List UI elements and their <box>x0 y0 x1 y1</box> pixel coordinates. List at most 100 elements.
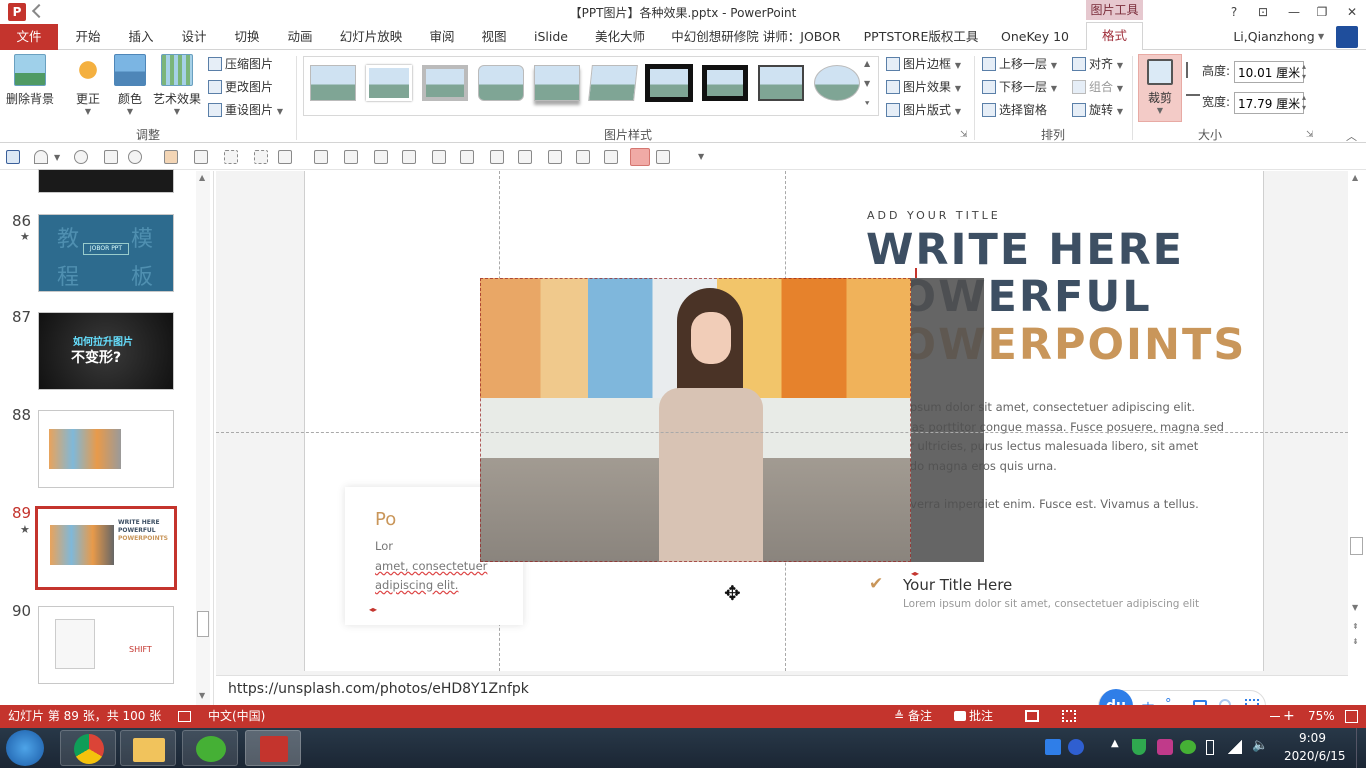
tab-home[interactable]: 开始 <box>66 24 110 50</box>
crop-frame[interactable] <box>480 278 911 562</box>
undo-icon[interactable] <box>34 150 48 164</box>
next-slide-icon[interactable]: ⇟ <box>1352 637 1359 646</box>
align-right-icon[interactable] <box>432 150 446 164</box>
ungroup-objects-icon[interactable] <box>254 150 268 164</box>
app-tray-icon[interactable] <box>1157 739 1173 755</box>
ribbon-display-icon[interactable]: ⊡ <box>1249 0 1277 24</box>
change-picture-button[interactable]: 更改图片 <box>208 77 273 97</box>
style-thumb[interactable] <box>702 65 748 101</box>
style-thumb[interactable] <box>478 65 524 101</box>
zoom-level[interactable]: 75% <box>1308 705 1335 728</box>
flip-icon[interactable] <box>344 150 358 164</box>
rotate-button[interactable]: 旋转 ▼ <box>1072 100 1123 120</box>
height-spinner-icon[interactable]: ▴ ▾ <box>1302 62 1306 82</box>
language-indicator[interactable]: 中文(中国) <box>208 705 265 728</box>
style-thumb[interactable] <box>758 65 804 101</box>
user-name[interactable]: Li,Qianzhong <box>1230 24 1318 50</box>
crop-handle-icon[interactable]: ◂▸ <box>911 569 919 578</box>
tab-slideshow[interactable]: 幻灯片放映 <box>334 24 408 50</box>
scroll-down-icon[interactable]: ▼ <box>1352 603 1358 612</box>
width-input[interactable] <box>1234 92 1304 114</box>
distribute-horizontal-icon[interactable] <box>576 150 590 164</box>
scroll-down-icon[interactable]: ▼ <box>199 691 205 700</box>
chrome-taskbar-button[interactable] <box>60 730 116 766</box>
prev-slide-icon[interactable]: ⇞ <box>1352 622 1359 631</box>
clock-time[interactable]: 9:09 <box>1299 731 1326 745</box>
fit-to-window-icon[interactable] <box>1345 710 1358 723</box>
tab-view[interactable]: 视图 <box>472 24 516 50</box>
group-objects-icon[interactable] <box>224 150 238 164</box>
tab-pptstore[interactable]: PPTSTORE版权工具 <box>858 24 984 50</box>
battery-icon[interactable] <box>1206 740 1214 755</box>
network-icon[interactable] <box>1228 740 1242 754</box>
style-thumb[interactable] <box>534 65 580 101</box>
color-button[interactable]: 颜色 ▼ <box>110 54 150 116</box>
redo-icon[interactable] <box>74 150 88 164</box>
user-dropdown-icon[interactable]: ▼ <box>1318 32 1324 41</box>
help-tray-icon[interactable] <box>1068 739 1084 755</box>
gallery-scroll-up-icon[interactable]: ▲ <box>864 59 870 68</box>
scroll-up-icon[interactable]: ▲ <box>199 173 205 182</box>
help-icon[interactable]: ? <box>1220 0 1248 24</box>
send-backward-button[interactable]: 下移一层 ▼ <box>982 77 1057 97</box>
edit-icon[interactable] <box>604 150 618 164</box>
comment-icon[interactable] <box>954 711 966 721</box>
tab-animations[interactable]: 动画 <box>278 24 322 50</box>
style-thumb[interactable] <box>366 65 412 101</box>
selection-pane-button[interactable]: 选择窗格 <box>982 100 1047 120</box>
distribute-icon[interactable] <box>314 150 328 164</box>
wechat-tray-icon[interactable] <box>1180 740 1196 754</box>
gallery-more-icon[interactable]: ⯆ <box>864 99 870 109</box>
slide-thumbnail-86[interactable]: 教 模 程 板 JOBOR PPT <box>38 214 174 292</box>
zoom-in-icon[interactable]: + <box>1283 705 1295 728</box>
align-top-icon[interactable] <box>460 150 474 164</box>
width-spinner-icon[interactable]: ▴ ▾ <box>1302 93 1306 113</box>
crop-handle-icon[interactable]: ◂▸ <box>369 605 377 614</box>
tab-onekey[interactable]: OneKey 10 <box>996 24 1074 50</box>
account-avatar[interactable] <box>1336 26 1358 48</box>
canvas-scroll-thumb[interactable] <box>1350 537 1363 555</box>
item-subtitle[interactable]: Lorem ipsum dolor sit amet, consectetuer… <box>903 598 1199 610</box>
dialog-launcher-icon[interactable]: ⇲ <box>960 130 968 140</box>
powerpoint-taskbar-button[interactable] <box>245 730 301 766</box>
slide-thumbnail-87[interactable]: 如何拉升图片 不变形? <box>38 312 174 390</box>
picture-layout-button[interactable]: 图片版式 ▼ <box>886 100 961 120</box>
dialog-launcher-icon[interactable]: ⇲ <box>1306 130 1314 140</box>
baidu-tray-icon[interactable] <box>1045 739 1061 755</box>
crop-toggle-icon[interactable] <box>630 148 650 166</box>
picture-border-button[interactable]: 图片边框 ▼ <box>886 54 961 74</box>
tab-file[interactable]: 文件 <box>0 24 58 50</box>
style-thumb[interactable] <box>310 65 356 101</box>
style-thumb[interactable] <box>588 65 638 101</box>
reset-picture-button[interactable]: 重设图片 ▼ <box>208 100 283 120</box>
chevron-down-icon[interactable]: ▼ <box>54 153 60 162</box>
tab-jobor[interactable]: 中幻创想研修院 讲师：JOBOR <box>664 24 848 50</box>
slide-thumbnail-90[interactable]: SHIFT <box>38 606 174 684</box>
spellcheck-icon[interactable] <box>178 711 191 722</box>
bring-front-icon[interactable] <box>164 150 178 164</box>
tab-transitions[interactable]: 切换 <box>225 24 269 50</box>
bring-forward-button[interactable]: 上移一层 ▼ <box>982 54 1057 74</box>
collapse-ribbon-icon[interactable]: ︿ <box>1346 128 1357 144</box>
crop-outside-region[interactable] <box>911 278 984 562</box>
notes-toggle[interactable]: 备注 <box>908 705 932 728</box>
group-button[interactable]: 组合 ▼ <box>1072 77 1123 97</box>
align-bottom-icon[interactable] <box>518 150 532 164</box>
corrections-button[interactable]: 更正 ▼ <box>66 54 110 116</box>
tab-review[interactable]: 审阅 <box>420 24 464 50</box>
align-center-icon[interactable] <box>402 150 416 164</box>
align-left-icon[interactable] <box>374 150 388 164</box>
rotate-objects-icon[interactable] <box>278 150 292 164</box>
horizontal-guide[interactable] <box>216 432 1348 433</box>
clock-date[interactable]: 2020/6/15 <box>1284 749 1346 763</box>
tab-design[interactable]: 设计 <box>172 24 216 50</box>
shape-fill-icon[interactable] <box>128 150 142 164</box>
crop-handle-icon[interactable] <box>907 268 917 278</box>
kicker-text[interactable]: ADD YOUR TITLE <box>867 209 1001 222</box>
picture-effects-button[interactable]: 图片效果 ▼ <box>886 77 961 97</box>
zoom-slider[interactable] <box>1270 716 1280 717</box>
slide-sorter-icon[interactable] <box>1062 710 1076 722</box>
security-tray-icon[interactable] <box>1132 739 1146 755</box>
tab-format[interactable]: 格式 <box>1086 22 1143 50</box>
style-thumb[interactable] <box>814 65 860 101</box>
